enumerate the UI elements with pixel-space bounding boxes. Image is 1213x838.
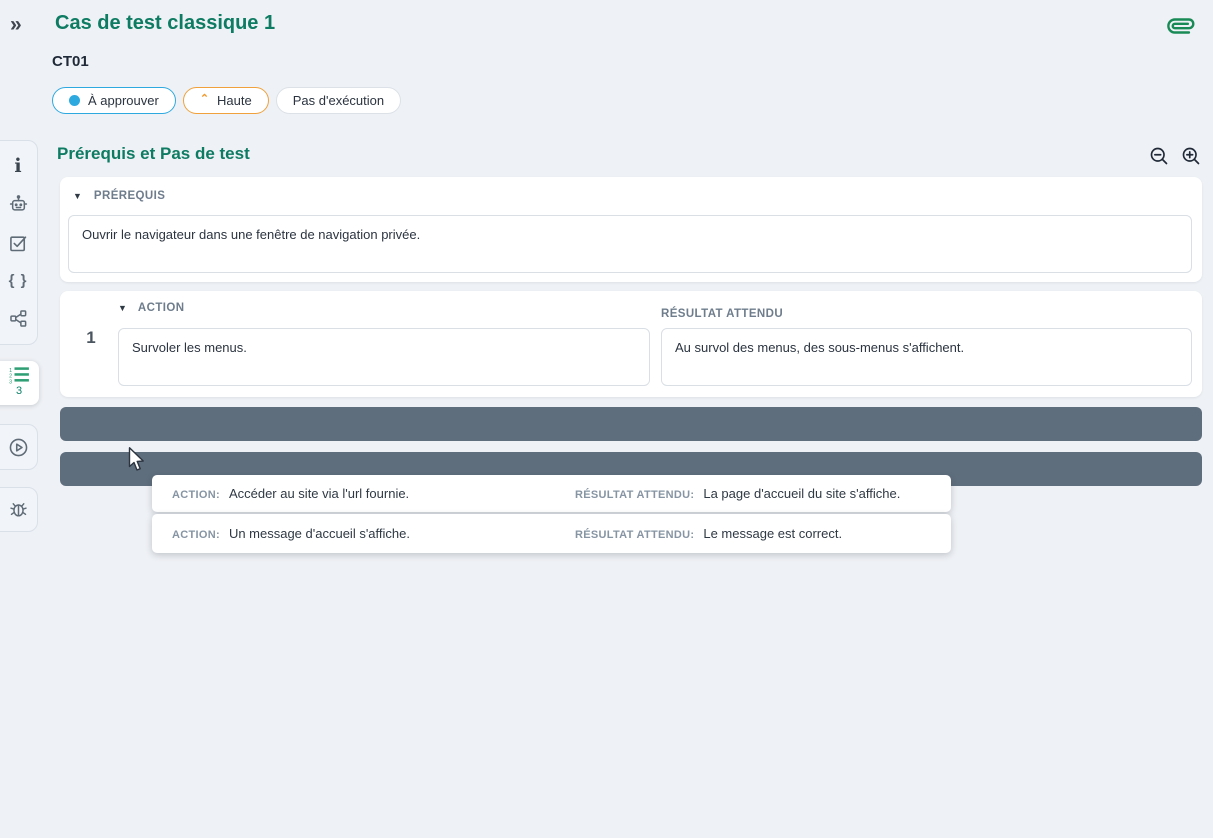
sidebar-item-information[interactable]: i xyxy=(0,147,37,185)
step-number: 1 xyxy=(80,328,102,348)
share-icon xyxy=(9,309,28,328)
test-steps-count-badge: 3 xyxy=(8,385,30,397)
collapse-caret-icon[interactable]: ▼ xyxy=(73,191,82,201)
sidebar-item-executions[interactable] xyxy=(0,427,37,467)
ghost-action-label: ACTION: xyxy=(172,489,220,501)
sidebar-group-issues xyxy=(0,487,38,532)
braces-icon: { } xyxy=(9,272,28,289)
step-action-text: Survoler les menus. xyxy=(132,340,247,355)
sidebar-item-automation[interactable] xyxy=(0,185,37,223)
sidebar-item-links[interactable] xyxy=(0,300,37,338)
status-badge[interactable]: À approuver xyxy=(52,87,176,114)
bug-icon xyxy=(8,499,29,520)
sidebar-item-issues[interactable] xyxy=(0,490,37,530)
collapse-caret-icon[interactable]: ▼ xyxy=(118,303,127,313)
numbered-list-icon: 1 2 3 xyxy=(8,366,30,384)
drag-ghost-step-row[interactable]: ACTION: Accéder au site via l'url fourni… xyxy=(152,475,951,512)
page-title: Cas de test classique 1 xyxy=(55,12,275,35)
result-column-header: RÉSULTAT ATTENDU xyxy=(661,308,783,320)
prerequisite-panel: ▼ PRÉREQUIS Ouvrir le navigateur dans un… xyxy=(60,177,1202,282)
drag-placeholder-row-1[interactable] xyxy=(60,407,1202,441)
step-result-textbox[interactable]: Au survol des menus, des sous-menus s'af… xyxy=(661,328,1192,386)
zoom-out-icon[interactable] xyxy=(1149,146,1169,166)
checkbox-check-icon xyxy=(8,233,28,253)
ghost-result-label: RÉSULTAT ATTENDU: xyxy=(575,489,694,501)
sidebar-group-executions xyxy=(0,424,38,470)
status-badge-label: À approuver xyxy=(88,93,159,108)
robot-icon xyxy=(8,194,29,214)
sidebar-item-verifications[interactable] xyxy=(0,223,37,261)
ghost-action-label: ACTION: xyxy=(172,529,220,541)
execution-badge-label: Pas d'exécution xyxy=(293,93,384,108)
section-title: Prérequis et Pas de test xyxy=(57,144,250,164)
action-column-header: ACTION xyxy=(138,302,184,314)
prerequisite-text: Ouvrir le navigateur dans une fenêtre de… xyxy=(82,227,420,242)
sidebar-item-test-steps-active[interactable]: 1 2 3 3 xyxy=(0,361,39,405)
sidebar-item-parameters[interactable]: { } xyxy=(0,262,37,300)
svg-text:3: 3 xyxy=(9,380,12,384)
zoom-in-icon[interactable] xyxy=(1181,146,1201,166)
step-action-textbox[interactable]: Survoler les menus. xyxy=(118,328,650,386)
drag-ghost-step-row[interactable]: ACTION: Un message d'accueil s'affiche. … xyxy=(152,514,951,553)
test-step-row-panel: ▼ ACTION RÉSULTAT ATTENDU 1 Survoler les… xyxy=(60,291,1202,397)
ghost-action-text: Un message d'accueil s'affiche. xyxy=(229,526,410,541)
importance-badge-label: Haute xyxy=(217,93,252,108)
test-case-reference: CT01 xyxy=(52,53,89,70)
play-circle-icon xyxy=(8,437,29,458)
badge-row: À approuver ⌃ Haute Pas d'exécution xyxy=(52,87,401,114)
prerequisite-header: PRÉREQUIS xyxy=(94,190,165,202)
status-dot-icon xyxy=(69,95,80,106)
execution-status-badge[interactable]: Pas d'exécution xyxy=(276,87,401,114)
ghost-action-text: Accéder au site via l'url fournie. xyxy=(229,486,409,501)
importance-badge[interactable]: ⌃ Haute xyxy=(183,87,269,114)
sidebar-group-main: i { } xyxy=(0,140,38,345)
attachment-paperclip-icon[interactable] xyxy=(1168,12,1194,40)
ghost-result-text: Le message est correct. xyxy=(703,526,842,541)
collapse-panel-icon[interactable]: » xyxy=(10,13,22,37)
prerequisite-textbox[interactable]: Ouvrir le navigateur dans une fenêtre de… xyxy=(68,215,1192,273)
ghost-result-label: RÉSULTAT ATTENDU: xyxy=(575,529,694,541)
step-result-text: Au survol des menus, des sous-menus s'af… xyxy=(675,340,964,355)
info-icon: i xyxy=(14,155,21,177)
ghost-result-text: La page d'accueil du site s'affiche. xyxy=(703,486,900,501)
chevron-up-icon: ⌃ xyxy=(200,94,209,105)
